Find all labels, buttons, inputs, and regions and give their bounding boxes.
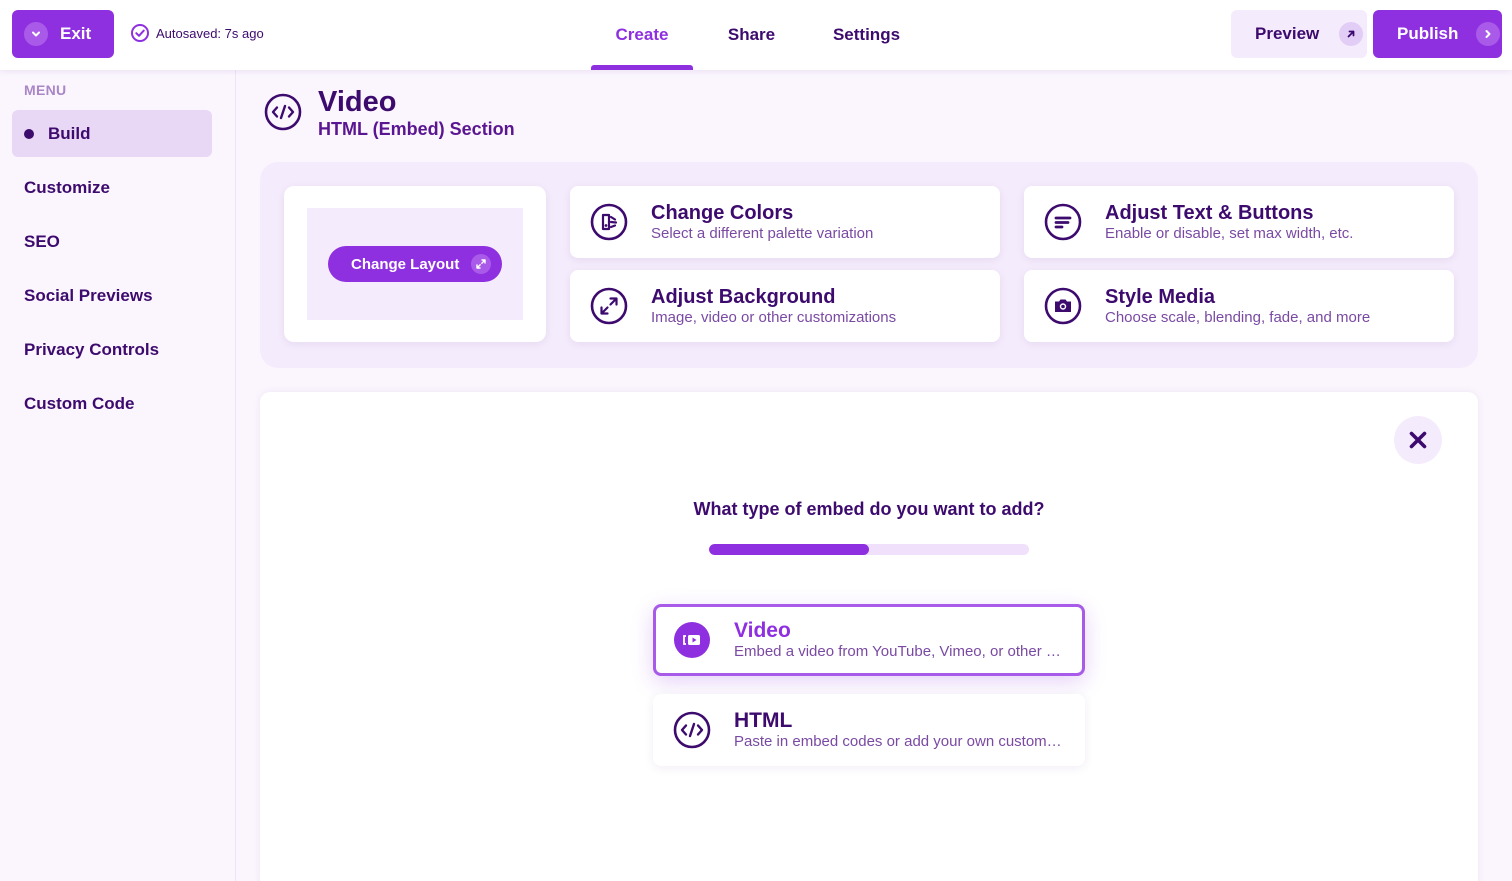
autosave-status: Autosaved: 7s ago [131, 24, 264, 42]
publish-label: Publish [1397, 24, 1459, 43]
style-media-title: Style Media [1105, 286, 1216, 308]
sidebar-item-seo[interactable]: SEO [12, 218, 212, 265]
style-media-desc: Choose scale, blending, fade, and more [1105, 309, 1371, 326]
sidebar-item-label: SEO [24, 231, 60, 251]
adjust-background-title: Adjust Background [651, 286, 836, 308]
change-colors-desc: Select a different palette variation [651, 225, 874, 242]
layout-card[interactable]: Change Layout [284, 186, 546, 342]
embed-choice-html-title: HTML [734, 709, 793, 732]
embed-choice-video-title: Video [734, 619, 791, 642]
close-icon [1409, 431, 1427, 449]
tab-create[interactable]: Create [591, 0, 693, 70]
close-button[interactable] [1394, 416, 1442, 464]
check-circle-icon [131, 24, 149, 42]
sidebar-item-social-previews[interactable]: Social Previews [12, 272, 212, 319]
change-colors-title: Change Colors [651, 202, 794, 224]
publish-button[interactable]: Publish [1373, 10, 1502, 58]
sidebar-item-label: Build [48, 123, 91, 143]
adjust-text-buttons-desc: Enable or disable, set max width, etc. [1105, 225, 1354, 242]
top-bar: Exit Autosaved: 7s ago Create Share Sett… [0, 0, 1512, 70]
adjust-text-buttons-card[interactable]: Adjust Text & Buttons Enable or disable,… [1024, 186, 1454, 258]
embed-choice-video[interactable]: Video Embed a video from YouTube, Vimeo,… [653, 604, 1085, 676]
adjust-background-desc: Image, video or other customizations [651, 309, 897, 326]
embed-choice-html[interactable]: HTML Paste in embed codes or add your ow… [653, 694, 1085, 766]
sidebar-item-customize[interactable]: Customize [12, 164, 212, 211]
preview-label: Preview [1255, 24, 1320, 43]
change-colors-card[interactable]: Change Colors Select a different palette… [570, 186, 1000, 258]
embed-question: What type of embed do you want to add? [693, 499, 1045, 519]
sidebar-item-build[interactable]: Build [12, 110, 212, 157]
layout-thumbnail: Change Layout [307, 208, 523, 320]
chevron-right-icon [1476, 22, 1501, 46]
text-buttons-icon [1044, 203, 1082, 241]
sidebar-item-label: Privacy Controls [24, 339, 160, 359]
main-nav-tabs: Create Share Settings [591, 0, 923, 70]
arrow-up-right-icon [1339, 22, 1364, 46]
embed-choice-html-desc: Paste in embed codes or add your own cus… [734, 733, 1064, 750]
palette-icon [590, 203, 628, 241]
adjust-background-card[interactable]: Adjust Background Image, video or other … [570, 270, 1000, 342]
expand-icon [471, 254, 492, 274]
active-dot-icon [24, 128, 34, 139]
tab-settings[interactable]: Settings [810, 0, 923, 70]
embed-choice-video-desc: Embed a video from YouTube, Vimeo, or ot… [734, 643, 1064, 660]
sidebar-item-label: Customize [24, 177, 110, 197]
autosave-label: Autosaved: 7s ago [156, 25, 264, 41]
section-subtitle: HTML (Embed) Section [318, 119, 515, 139]
section-options-panel: Change Layout Change Colors Select a dif… [260, 162, 1478, 368]
progress-fill [709, 544, 869, 555]
exit-label: Exit [60, 24, 92, 43]
menu-label: MENU [24, 82, 67, 98]
code-embed-icon [264, 93, 302, 131]
sidebar: MENU Build Customize SEO Social Previews… [0, 70, 236, 881]
expand-background-icon [590, 287, 628, 325]
progress-bar [709, 544, 1029, 555]
tab-share[interactable]: Share [693, 0, 810, 70]
code-embed-icon [673, 711, 711, 749]
video-camera-icon [674, 622, 710, 658]
preview-button[interactable]: Preview [1231, 10, 1367, 58]
style-media-card[interactable]: Style Media Choose scale, blending, fade… [1024, 270, 1454, 342]
section-title: Video [318, 86, 397, 118]
sidebar-item-label: Social Previews [24, 285, 153, 305]
chevron-down-icon [24, 22, 48, 46]
section-header: Video HTML (Embed) Section [264, 86, 515, 140]
change-layout-label: Change Layout [351, 255, 460, 273]
sidebar-item-label: Custom Code [24, 393, 135, 413]
adjust-text-buttons-title: Adjust Text & Buttons [1105, 202, 1314, 224]
embed-type-panel: What type of embed do you want to add? V… [260, 392, 1478, 881]
change-layout-button[interactable]: Change Layout [328, 246, 502, 282]
camera-icon [1044, 287, 1082, 325]
sidebar-item-privacy-controls[interactable]: Privacy Controls [12, 326, 212, 373]
sidebar-item-custom-code[interactable]: Custom Code [12, 380, 212, 427]
exit-button[interactable]: Exit [12, 10, 114, 58]
